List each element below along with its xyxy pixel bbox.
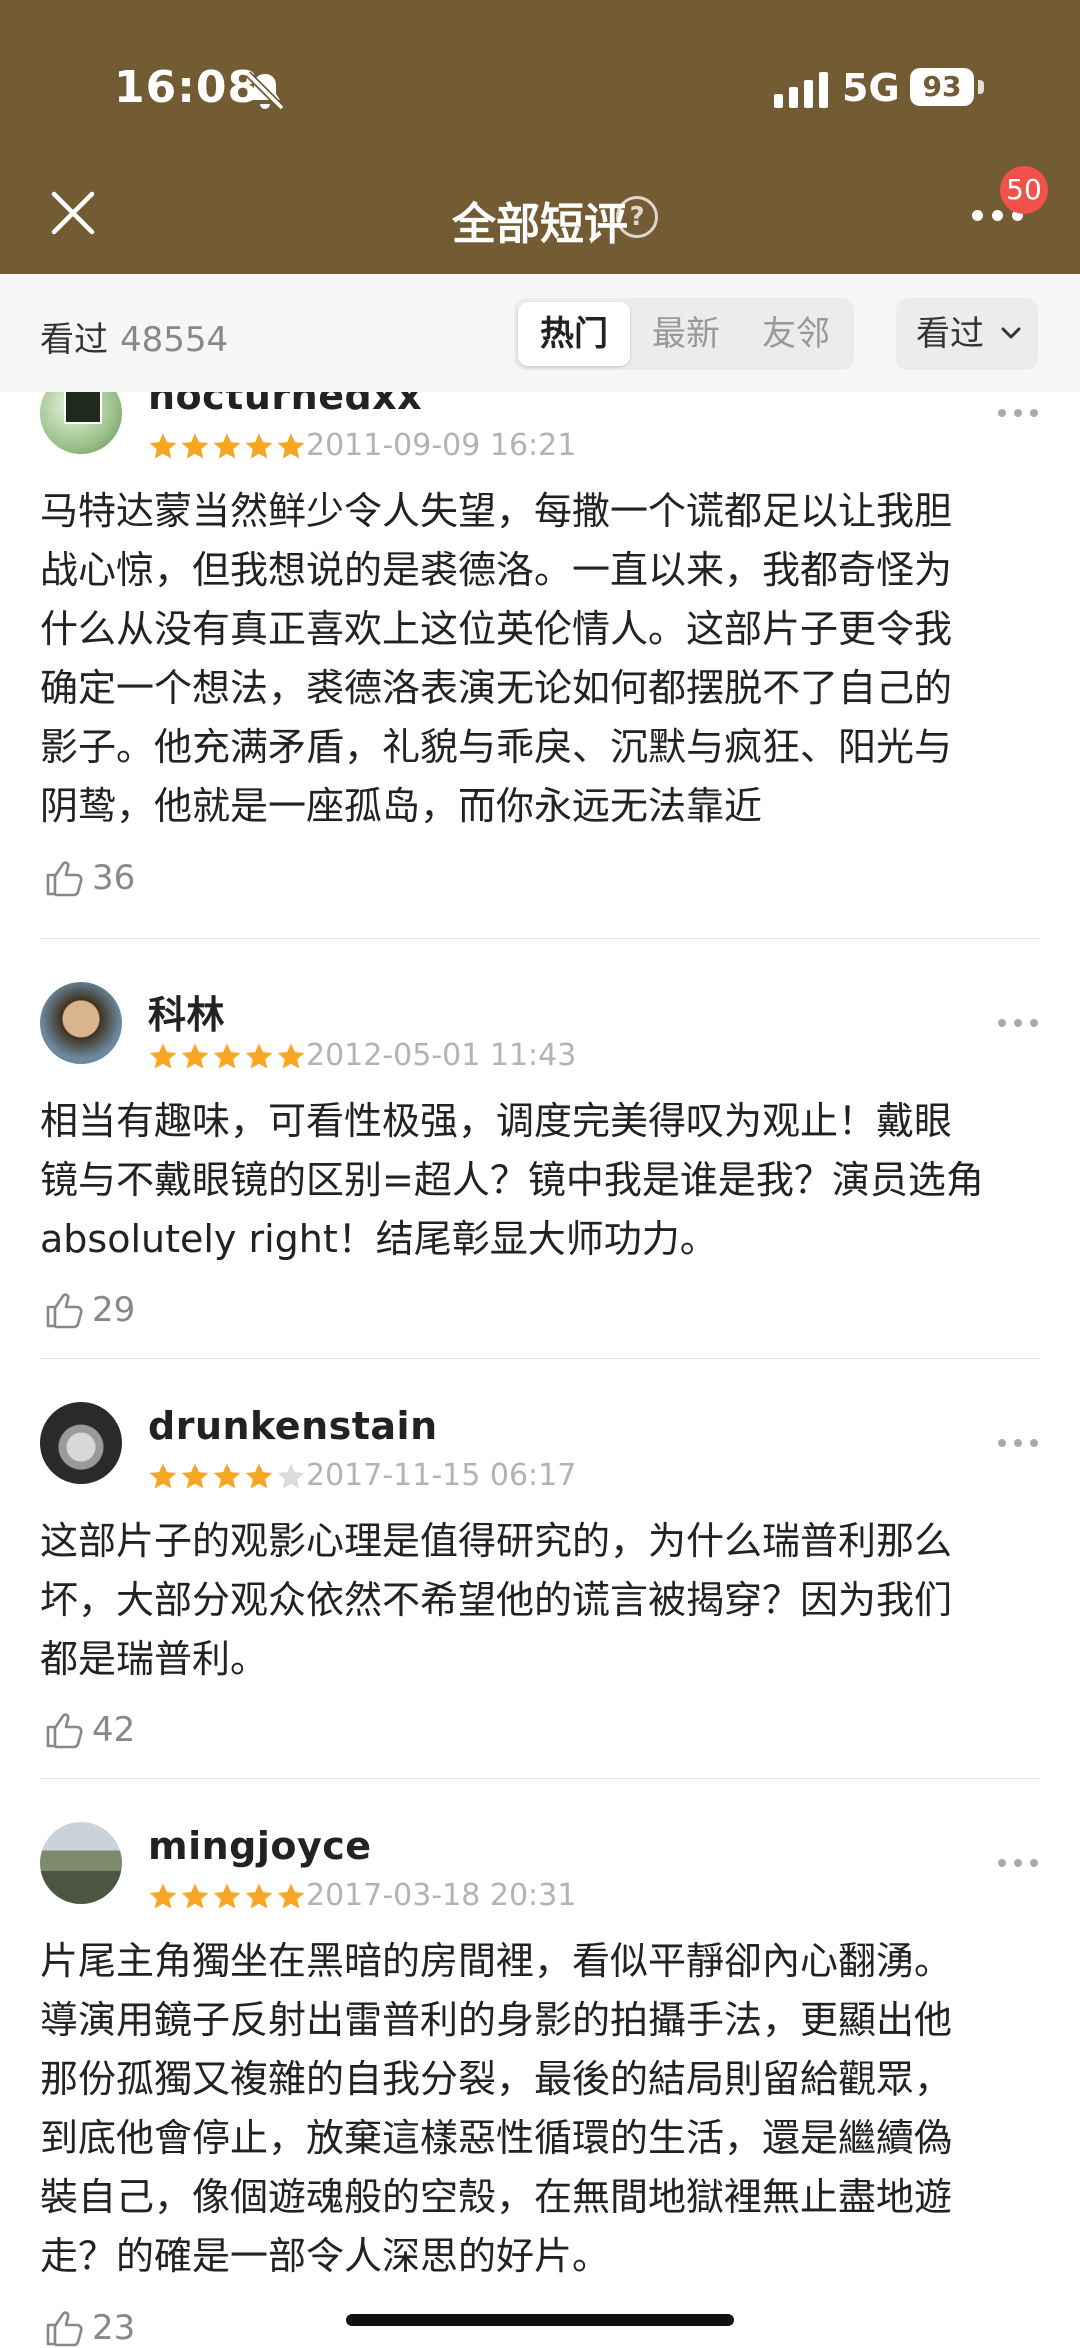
tab-friends[interactable]: 友邻 [740, 298, 852, 370]
rating-stars [148, 1462, 308, 1494]
signal-icon [774, 72, 828, 108]
star-filled-icon [149, 1883, 177, 1909]
seen-count-label: 看过 48554 [40, 312, 228, 361]
status-bar: 16:08 5G 93 [0, 62, 1080, 118]
username[interactable]: drunkenstain [148, 1404, 438, 1448]
star-filled-icon [213, 1463, 241, 1489]
comment-date: 2017-03-18 20:31 [306, 1878, 577, 1913]
seen-count: 48554 [120, 320, 229, 360]
rating-stars [148, 1882, 308, 1914]
comment-text-line: 马特达蒙当然鲜少令人失望，每撒一个谎都足以让我胆 [40, 489, 953, 533]
star-filled-icon [149, 433, 177, 459]
notification-badge: 50 [1000, 166, 1048, 214]
comment-more-icon[interactable] [998, 406, 1038, 420]
comment-text: 相当有趣味，可看性极强，调度完美得叹为观止！戴眼 镜与不戴眼镜的区别=超人？镜中我… [40, 1092, 1040, 1269]
username[interactable]: 科林 [148, 984, 225, 1039]
comment-text: 马特达蒙当然鲜少令人失望，每撒一个谎都足以让我胆 战心惊，但我想说的是裘德洛。一直… [40, 482, 1040, 836]
thumbs-up-icon [46, 1293, 83, 1329]
divider [40, 1778, 1040, 1779]
comment-text-line: 阴鸷，他就是一座孤岛，而你永远无法靠近 [40, 784, 763, 828]
user-avatar[interactable] [40, 1822, 122, 1904]
comment-text-line: 到底他會停止，放棄這樣惡性循環的生活，還是繼續偽 [40, 2116, 953, 2160]
comment-text-line: 走？的確是一部令人深思的好片。 [40, 2234, 611, 2278]
star-filled-icon [277, 1043, 305, 1069]
like-count: 23 [92, 2308, 136, 2348]
help-icon[interactable]: ? [616, 196, 658, 238]
comment-date: 2011-09-09 16:21 [306, 428, 577, 463]
comment-text-line: 那份孤獨又複雜的自我分裂，最後的結局則留給觀眾， [40, 2057, 953, 2101]
star-filled-icon [277, 433, 305, 459]
comment-text-line: 战心惊，但我想说的是裘德洛。一直以来，我都奇怪为 [40, 548, 953, 592]
page-title: 全部短评 [0, 188, 1080, 252]
tab-latest[interactable]: 最新 [630, 298, 742, 370]
star-filled-icon [245, 1883, 273, 1909]
comment-date: 2017-11-15 06:17 [306, 1458, 577, 1493]
comment-text: 片尾主角獨坐在黑暗的房間裡，看似平靜卻內心翻湧。 導演用鏡子反射出雷普利的身影的拍… [40, 1932, 1040, 2286]
like-count: 42 [92, 1710, 136, 1750]
home-indicator[interactable] [346, 2314, 734, 2326]
like-count: 29 [92, 1290, 136, 1330]
status-time: 16:08 [114, 62, 260, 113]
rating-stars [148, 432, 308, 464]
star-filled-icon [181, 1883, 209, 1909]
comment-text: 这部片子的观影心理是值得研究的，为什么瑞普利那么 坏，大部分观众依然不希望他的谎言… [40, 1512, 1040, 1689]
star-filled-icon [245, 1463, 273, 1489]
comment-text-line: 裝自己，像個遊魂般的空殼，在無間地獄裡無止盡地遊 [40, 2175, 953, 2219]
comment-text-line: 片尾主角獨坐在黑暗的房間裡，看似平靜卻內心翻湧。 [40, 1939, 953, 1983]
thumbs-up-icon [46, 2311, 83, 2347]
comment-more-icon[interactable] [998, 1856, 1038, 1870]
dropdown-label: 看过 [916, 314, 984, 354]
comment-text-line: 相当有趣味，可看性极强，调度完美得叹为观止！戴眼 [40, 1099, 953, 1143]
divider [40, 1358, 1040, 1359]
comment-text-line: 影子。他充满矛盾，礼貌与乖戾、沉默与疯狂、阳光与 [40, 725, 953, 769]
comment-text-line: 導演用鏡子反射出雷普利的身影的拍攝手法，更顯出他 [40, 1998, 953, 2042]
star-filled-icon [213, 1883, 241, 1909]
user-avatar[interactable] [40, 1402, 122, 1484]
star-filled-icon [181, 1043, 209, 1069]
like-count: 36 [92, 858, 136, 898]
comment-text-line: 都是瑞普利。 [40, 1637, 269, 1681]
mute-bell-icon [245, 71, 285, 111]
user-avatar[interactable] [40, 392, 122, 454]
comment-date: 2012-05-01 11:43 [306, 1038, 577, 1073]
sort-tabs: 热门 最新 友邻 [514, 298, 854, 370]
star-filled-icon [181, 433, 209, 459]
comment-more-icon[interactable] [998, 1436, 1038, 1450]
comment-text-line: 镜与不戴眼镜的区别=超人？镜中我是谁是我？演员选角 [40, 1158, 984, 1202]
comment-text-line: absolutely right！结尾彰显大师功力。 [40, 1217, 718, 1261]
comment-more-icon[interactable] [998, 1016, 1038, 1030]
seen-filter-dropdown[interactable]: 看过 [896, 298, 1038, 370]
star-filled-icon [245, 433, 273, 459]
comment-text-line: 确定一个想法，裘德洛表演无论如何都摆脱不了自己的 [40, 666, 953, 710]
star-filled-icon [149, 1043, 177, 1069]
thumbs-up-icon [46, 1713, 83, 1749]
rating-stars [148, 1042, 308, 1074]
divider [40, 938, 1040, 939]
star-filled-icon [149, 1463, 177, 1489]
star-filled-icon [245, 1043, 273, 1069]
comment-list[interactable]: nocturnedxx 2011-09-09 16:21 马特达蒙当然鲜少令人失… [0, 392, 1080, 2348]
network-type: 5G [842, 66, 900, 110]
chevron-down-icon [1001, 327, 1021, 339]
star-filled-icon [277, 1883, 305, 1909]
seen-label-text: 看过 [40, 320, 108, 360]
battery-tip [978, 80, 984, 94]
battery-indicator: 93 [910, 68, 974, 106]
comment-text-line: 什么从没有真正喜欢上这位英伦情人。这部片子更令我 [40, 607, 953, 651]
username[interactable]: nocturnedxx [148, 392, 422, 418]
page-title-text: 全部短评 [452, 199, 628, 250]
tab-hot[interactable]: 热门 [518, 302, 630, 366]
nav-row: 全部短评 ? 50 [0, 166, 1080, 254]
user-avatar[interactable] [40, 982, 122, 1064]
comment-text-line: 这部片子的观影心理是值得研究的，为什么瑞普利那么 [40, 1519, 953, 1563]
thumbs-up-icon [46, 861, 83, 897]
username[interactable]: mingjoyce [148, 1824, 372, 1868]
star-filled-icon [213, 433, 241, 459]
filter-bar: 看过 48554 热门 最新 友邻 看过 [0, 274, 1080, 392]
top-bar: 16:08 5G 93 全部短评 ? 50 [0, 0, 1080, 274]
comment-text-line: 坏，大部分观众依然不希望他的谎言被揭穿？因为我们 [40, 1578, 953, 1622]
star-filled-icon [181, 1463, 209, 1489]
star-filled-icon [213, 1043, 241, 1069]
star-empty-icon [277, 1463, 305, 1489]
